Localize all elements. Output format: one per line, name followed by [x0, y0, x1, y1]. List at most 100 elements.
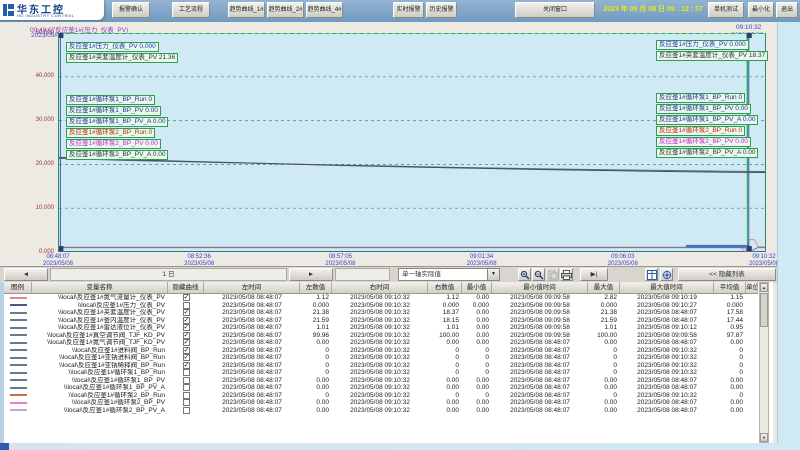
chevron-down-icon[interactable]: ▼ [487, 269, 499, 280]
scroll-right-button[interactable]: ► [289, 268, 333, 281]
cell-rt: 2023/05/08 09:10:32 [332, 332, 428, 340]
hide-curve-checkbox[interactable]: ✓ [183, 294, 190, 301]
table-row[interactable]: \\local\反应釜1#氮气流量计_仪表_PV✓2023/05/08 08:4… [4, 294, 758, 302]
hide-curve-checkbox[interactable]: ✓ [183, 339, 190, 346]
table-vertical-scrollbar[interactable]: ▲ ▼ [759, 282, 769, 443]
topbar-button-trend-4[interactable]: 趋势曲线_4# [306, 2, 343, 18]
hide-curve-checkbox[interactable] [183, 407, 190, 414]
column-header-name[interactable]: 变量名称 [32, 282, 168, 293]
hide-curve-checkbox[interactable] [183, 302, 190, 309]
axis-mode-select[interactable]: 单一轴实际值 ▼ [398, 268, 500, 281]
topbar-button-standalone-test[interactable]: 单机测试 [708, 2, 744, 18]
topbar-button-alarm-ack[interactable]: 报警确认 [112, 2, 150, 18]
cell-name: \\local\反应釜1#循环泵1_BP_PV_A [32, 384, 168, 392]
cell-max: 1.01 [588, 324, 620, 332]
column-header-lv[interactable]: 左数值 [300, 282, 332, 293]
hide-curve-checkbox[interactable] [183, 399, 190, 406]
table-row[interactable]: \\local\反应釜1#釜内温度计_仪表_PV✓2023/05/08 08:4… [4, 317, 758, 325]
column-header-max[interactable]: 最大值 [588, 282, 620, 293]
cell-mint: 2023/05/08 09:09:58 [492, 302, 588, 310]
hide-curve-checkbox[interactable]: ✓ [183, 354, 190, 361]
right-cursor-handle[interactable] [747, 33, 752, 38]
hide-curve-checkbox[interactable]: ✓ [183, 324, 190, 331]
column-header-hide[interactable]: 隐藏曲线 [168, 282, 204, 293]
trend-plot[interactable]: 反应釜1#压力_仪表_PV 0.000反应釜1#夹套温度计_仪表_PV 21.3… [58, 33, 766, 252]
column-header-legend[interactable]: 图例 [4, 282, 32, 293]
table-row[interactable]: \\local\反应釜1#循环泵1_BP_Run2023/05/08 08:48… [4, 369, 758, 377]
table-row[interactable]: \\local\反应釜1#真空调节阀_TJF_KD_PV✓2023/05/08 … [4, 332, 758, 340]
cell-lv: 0.00 [300, 377, 332, 385]
hide-curve-checkbox[interactable] [183, 369, 190, 376]
cell-avg: 0.00 [714, 384, 746, 392]
topbar-button-trend-1[interactable]: 趋势曲线_1# [228, 2, 265, 18]
table-row[interactable]: \\local\反应釜1#循环泵1_BP_PV_A 2023/05/08 08:4… [4, 384, 758, 392]
table-row[interactable]: \\local\反应釜1#循环泵1_BP_PV2023/05/08 08:48:… [4, 377, 758, 385]
scrollbar-thumb[interactable] [760, 293, 768, 327]
time-span-scrollbar[interactable]: 1 日 [50, 268, 287, 281]
scroll-up-arrow[interactable]: ▲ [760, 283, 768, 292]
hide-curve-checkbox[interactable]: ✓ [183, 309, 190, 316]
hide-curve-checkbox[interactable] [183, 377, 190, 384]
x-tick-time: 08:48:07 [34, 254, 82, 261]
zoom-out-button[interactable] [532, 268, 545, 281]
play-pause-button[interactable]: ▶| [580, 268, 608, 281]
table-row[interactable]: \\local\反应釜1#氮气调节阀_TJF_KD_PV✓2023/05/08 … [4, 339, 758, 347]
table-row[interactable]: \\local\反应釜1#压力_仪表_PV2023/05/08 08:48:07… [4, 302, 758, 310]
table-row[interactable]: \\local\反应釜1#循环泵2_BP_Run2023/05/08 08:48… [4, 392, 758, 400]
cell-unit [746, 377, 758, 385]
table-row[interactable]: \\local\反应釜1#雷达液位计_仪表_PV✓2023/05/08 08:4… [4, 324, 758, 332]
right-cursor-handle[interactable] [747, 246, 752, 251]
cell-mint: 2023/05/08 08:48:07 [492, 354, 588, 362]
topbar-button-realtime-alarm[interactable]: 实时报警 [393, 2, 424, 18]
column-header-min[interactable]: 最小值 [462, 282, 492, 293]
legend-line [10, 357, 27, 359]
hide-curve-checkbox[interactable] [183, 392, 190, 399]
hide-curve-checkbox[interactable]: ✓ [183, 347, 190, 354]
column-header-rt[interactable]: 右时间 [332, 282, 428, 293]
scroll-left-button[interactable]: ◄ [4, 268, 48, 281]
hide-curve-checkbox[interactable]: ✓ [183, 317, 190, 324]
left-cursor-handle[interactable] [59, 246, 63, 251]
topbar-button-exit[interactable]: 退出 [776, 2, 798, 18]
hide-curve-checkbox[interactable]: ✓ [183, 362, 190, 369]
column-header-rv[interactable]: 右数值 [428, 282, 462, 293]
table-row[interactable]: \\local\反应釜1#夹套温度计_仪表_PV✓2023/05/08 08:4… [4, 309, 758, 317]
cursor-value-label: 反应釜1#循环泵1_BP_PV_A 0.00 [656, 115, 758, 125]
cell-hide: ✓ [168, 309, 204, 317]
topbar-button-process-flow[interactable]: 工艺流程 [172, 2, 210, 18]
cell-lt: 2023/05/08 08:48:07 [204, 384, 300, 392]
settings-button[interactable] [660, 268, 673, 281]
table-row[interactable]: \\local\反应釜1#循环泵2_BP_PV_A2023/05/08 08:4… [4, 407, 758, 415]
hide-list-button[interactable]: << 隐藏列表 [678, 268, 776, 281]
column-header-avg[interactable]: 平均值 [714, 282, 746, 293]
topbar-button-close-window[interactable]: 关闭窗口 [515, 2, 595, 18]
column-header-unit[interactable]: 单位 [746, 282, 758, 293]
table-row[interactable]: \\local\反应釜1#循环泵2_BP_PV2023/05/08 08:48:… [4, 399, 758, 407]
cell-rv: 0.00 [428, 384, 462, 392]
export-button[interactable] [645, 268, 658, 281]
column-header-lt[interactable]: 左时间 [204, 282, 300, 293]
cell-unit [746, 324, 758, 332]
scroll-down-arrow[interactable]: ▼ [760, 433, 768, 442]
hide-curve-checkbox[interactable] [183, 384, 190, 391]
table-row[interactable]: \\local\反应釜1#进料阀_BP_Run✓2023/05/08 08:48… [4, 347, 758, 355]
topbar-button-trend-2[interactable]: 趋势曲线_2# [267, 2, 304, 18]
left-cursor-handle[interactable] [59, 33, 63, 38]
table-row[interactable]: \\local\反应釜1#亚钠稀释阀_BP_Run✓2023/05/08 08:… [4, 362, 758, 370]
cell-rv: 0 [428, 347, 462, 355]
cell-rv: 0.00 [428, 339, 462, 347]
cell-min: 0 [462, 392, 492, 400]
column-header-maxt[interactable]: 最大值时间 [620, 282, 714, 293]
cell-max: 0 [588, 354, 620, 362]
scrollbar-track[interactable] [335, 268, 390, 281]
hide-curve-checkbox[interactable]: ✓ [183, 332, 190, 339]
topbar-button-minimize[interactable]: 最小化 [748, 2, 774, 18]
column-header-mint[interactable]: 最小值时间 [492, 282, 588, 293]
print-button[interactable] [560, 268, 573, 281]
cell-mint: 2023/05/08 08:48:07 [492, 407, 588, 415]
zoom-in-button[interactable] [518, 268, 531, 281]
cell-max: 0 [588, 362, 620, 370]
cursor-value-label: 反应釜1#循环泵1_BP_PV 0.00 [66, 106, 161, 116]
table-row[interactable]: \\local\反应釜1#亚钠进料阀_BP_Run✓2023/05/08 08:… [4, 354, 758, 362]
topbar-button-history-alarm[interactable]: 历史报警 [426, 2, 457, 18]
